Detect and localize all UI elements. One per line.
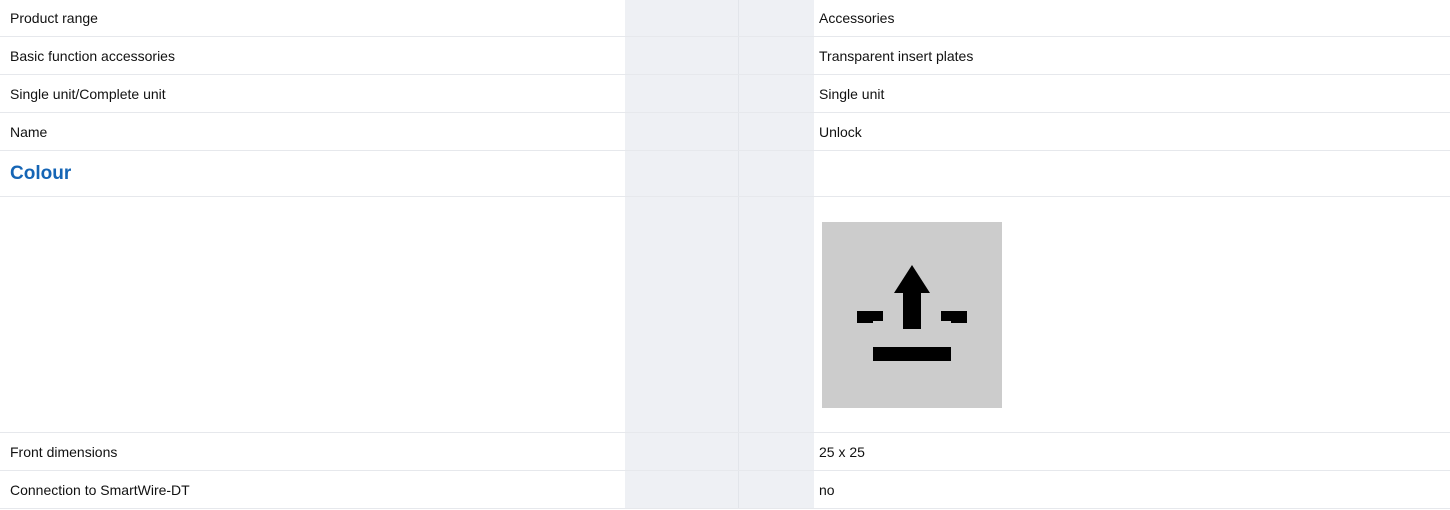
row-label: Basic function accessories bbox=[10, 47, 175, 64]
spacer-column bbox=[739, 433, 814, 470]
spacer-column bbox=[739, 113, 814, 150]
row-label: Name bbox=[10, 123, 48, 140]
spacer-column bbox=[625, 113, 739, 150]
row-value: no bbox=[819, 481, 835, 498]
row-label: Front dimensions bbox=[10, 443, 118, 460]
table-row: Connection to SmartWire-DT no bbox=[0, 471, 1450, 509]
spacer-column bbox=[739, 0, 814, 36]
spacer-column bbox=[739, 151, 814, 196]
row-label: Connection to SmartWire-DT bbox=[10, 481, 190, 498]
section-heading: Colour bbox=[10, 162, 72, 184]
row-value: Transparent insert plates bbox=[819, 47, 974, 64]
colour-row bbox=[0, 197, 1450, 433]
section-heading-row: Colour bbox=[0, 151, 1450, 197]
spacer-column bbox=[625, 0, 739, 36]
row-value: 25 x 25 bbox=[819, 443, 865, 460]
spacer-column bbox=[739, 471, 814, 508]
table-row: Single unit/Complete unit Single unit bbox=[0, 75, 1450, 113]
spacer-column bbox=[739, 37, 814, 74]
spacer-column bbox=[625, 433, 739, 470]
unlock-arrow-up-tray-icon bbox=[857, 264, 967, 361]
table-row: Name Unlock bbox=[0, 113, 1450, 151]
row-label: Product range bbox=[10, 10, 98, 26]
row-value: Single unit bbox=[819, 85, 885, 102]
spacer-column bbox=[739, 75, 814, 112]
spacer-column bbox=[625, 197, 739, 432]
colour-swatch bbox=[822, 221, 1002, 408]
row-value: Unlock bbox=[819, 123, 862, 140]
spacer-column bbox=[625, 37, 739, 74]
product-attributes-table: Product range Accessories Basic function… bbox=[0, 0, 1450, 509]
spacer-column bbox=[625, 471, 739, 508]
row-value: Accessories bbox=[819, 10, 895, 26]
spacer-column bbox=[625, 75, 739, 112]
table-row: Basic function accessories Transparent i… bbox=[0, 37, 1450, 75]
table-row: Front dimensions 25 x 25 bbox=[0, 433, 1450, 471]
spacer-column bbox=[739, 197, 814, 432]
spacer-column bbox=[625, 151, 739, 196]
table-row: Product range Accessories bbox=[0, 0, 1450, 37]
row-label: Single unit/Complete unit bbox=[10, 85, 166, 102]
